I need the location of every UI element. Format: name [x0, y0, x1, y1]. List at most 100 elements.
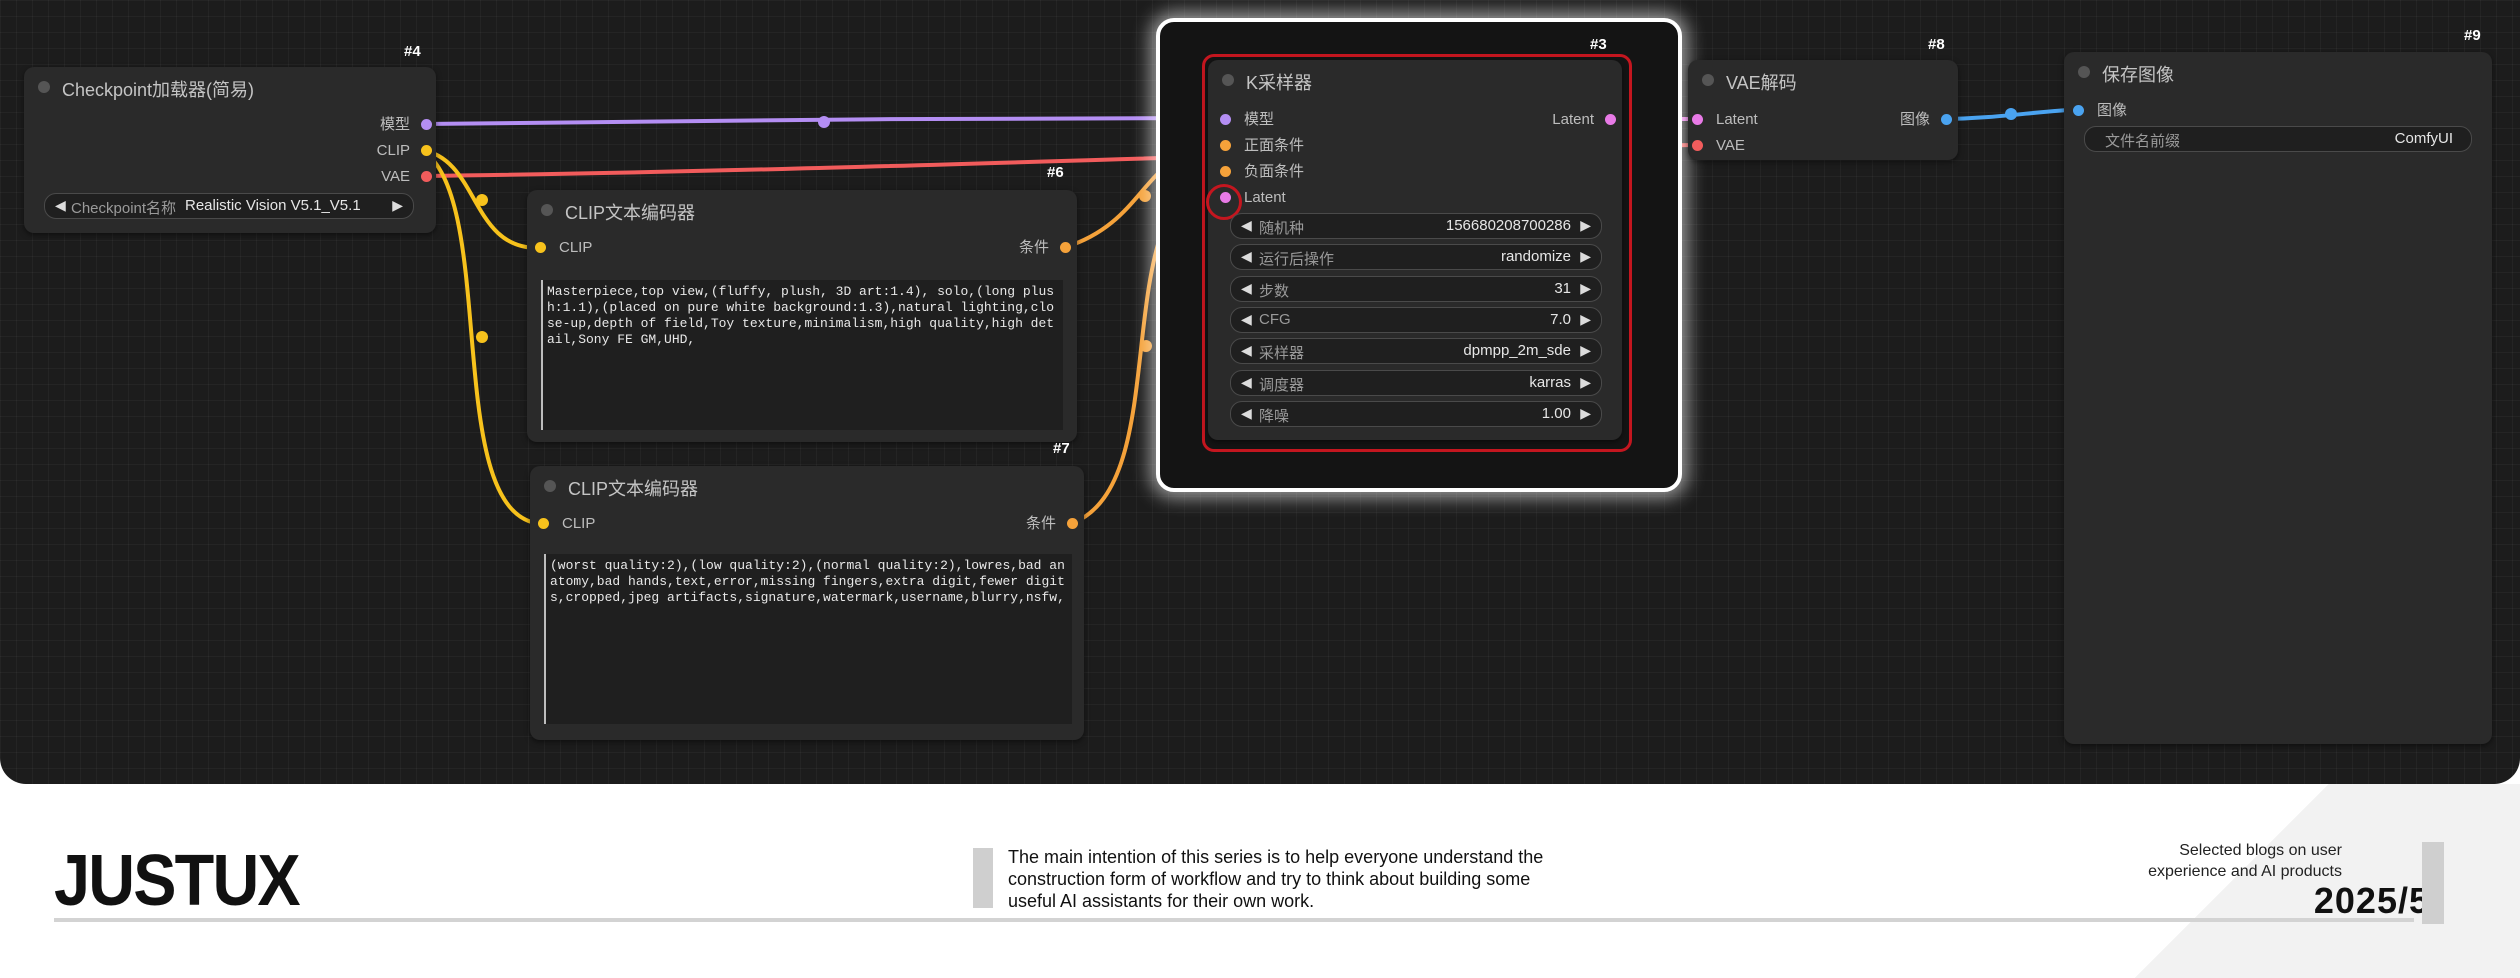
clip-text-encode-negative-node[interactable]: CLIP文本编码器 CLIP 条件 (worst quality:2),(low…	[530, 466, 1084, 740]
node-title: CLIP文本编码器	[568, 479, 699, 499]
slot-dot-icon[interactable]	[1067, 518, 1078, 529]
seed-widget[interactable]: ◀ 随机种 156680208700286 ▶	[1230, 213, 1602, 239]
collapse-dot-icon[interactable]	[1702, 74, 1714, 86]
vae-decode-node[interactable]: VAE解码 Latent 图像 VAE	[1688, 60, 1958, 160]
arrow-right-icon[interactable]: ▶	[1580, 311, 1591, 328]
prompt-text-positive[interactable]: Masterpiece,top view,(fluffy, plush, 3D …	[541, 280, 1063, 430]
collapse-dot-icon[interactable]	[1222, 74, 1234, 86]
arrow-left-icon[interactable]: ◀	[1241, 248, 1252, 265]
wire-clip-neg-midpoint[interactable]	[476, 331, 488, 343]
arrow-right-icon[interactable]: ▶	[1580, 342, 1591, 359]
node-id-checkpoint: #4	[404, 43, 421, 60]
filename-prefix-field[interactable]: 文件名前缀 ComfyUI	[2084, 126, 2472, 152]
arrow-left-icon[interactable]: ◀	[1241, 280, 1252, 297]
arrow-right-icon[interactable]: ▶	[392, 197, 403, 214]
input-model[interactable]: 模型	[1220, 111, 1274, 129]
save-image-node[interactable]: 保存图像 图像 文件名前缀 ComfyUI	[2064, 52, 2492, 744]
slot-dot-icon[interactable]	[538, 518, 549, 529]
arrow-left-icon[interactable]: ◀	[1241, 342, 1252, 359]
arrow-right-icon[interactable]: ▶	[1580, 280, 1591, 297]
slot-dot-icon[interactable]	[1605, 114, 1616, 125]
workflow-canvas[interactable]: #4 Checkpoint加载器(简易) 模型 CLIP VAE ◀ Check…	[0, 0, 2520, 784]
tagline-line-1: Selected blogs on user	[2179, 842, 2342, 859]
arrow-left-icon[interactable]: ◀	[1241, 311, 1252, 328]
arrow-left-icon[interactable]: ◀	[55, 197, 66, 214]
node-header[interactable]: CLIP文本编码器	[530, 466, 1084, 506]
input-clip[interactable]: CLIP	[538, 515, 595, 533]
ksampler-node[interactable]: K采样器 模型 Latent 正面条件 负面条件 Latent ◀ 随机种 1566…	[1206, 60, 1622, 440]
input-negative[interactable]: 负面条件	[1220, 163, 1304, 181]
input-positive[interactable]: 正面条件	[1220, 137, 1304, 155]
arrow-left-icon[interactable]: ◀	[1241, 374, 1252, 391]
input-clip[interactable]: CLIP	[535, 239, 592, 257]
collapse-dot-icon[interactable]	[544, 480, 556, 492]
slot-dot-icon[interactable]	[421, 145, 432, 156]
node-title: Checkpoint加载器(简易)	[62, 80, 255, 100]
slot-dot-icon[interactable]	[1220, 140, 1231, 151]
slot-dot-icon[interactable]	[1220, 114, 1231, 125]
divider	[54, 918, 2414, 922]
node-id-save-image: #9	[2464, 27, 2481, 44]
sampler-name-widget[interactable]: ◀ 采样器 dpmpp_2m_sde ▶	[1230, 338, 1602, 364]
node-title: VAE解码	[1726, 73, 1797, 93]
output-latent[interactable]: Latent	[1552, 111, 1616, 129]
node-id-ksampler: #3	[1590, 36, 1607, 53]
series-description: The main intention of this series is to …	[1008, 847, 1544, 911]
slot-dot-icon[interactable]	[2073, 105, 2084, 116]
arrow-right-icon[interactable]: ▶	[1580, 405, 1591, 422]
accent-bar-right	[2422, 842, 2444, 924]
node-header[interactable]: Checkpoint加载器(简易)	[24, 67, 436, 107]
steps-widget[interactable]: ◀ 步数 31 ▶	[1230, 276, 1602, 302]
output-conditioning[interactable]: 条件	[1019, 239, 1071, 257]
arrow-left-icon[interactable]: ◀	[1241, 405, 1252, 422]
output-conditioning[interactable]: 条件	[1026, 515, 1078, 533]
node-header[interactable]: 保存图像	[2064, 52, 2492, 92]
output-vae[interactable]: VAE	[381, 168, 432, 186]
input-vae[interactable]: VAE	[1692, 137, 1745, 155]
slot-dot-icon[interactable]	[1692, 140, 1703, 151]
slot-dot-icon[interactable]	[421, 119, 432, 130]
node-header[interactable]: CLIP文本编码器	[527, 190, 1077, 230]
prompt-text-negative[interactable]: (worst quality:2),(low quality:2),(norma…	[544, 554, 1072, 724]
node-title: CLIP文本编码器	[565, 203, 696, 223]
node-title: K采样器	[1246, 73, 1313, 93]
input-image[interactable]: 图像	[2073, 102, 2127, 120]
arrow-right-icon[interactable]: ▶	[1580, 374, 1591, 391]
arrow-right-icon[interactable]: ▶	[1580, 248, 1591, 265]
wire-clip-pos-midpoint[interactable]	[476, 194, 488, 206]
node-id-vae-decode: #8	[1928, 36, 1945, 53]
node-title: 保存图像	[2102, 65, 2174, 85]
scheduler-widget[interactable]: ◀ 调度器 karras ▶	[1230, 370, 1602, 396]
brand-logo: JUSTUX	[54, 841, 301, 921]
slot-dot-icon[interactable]	[421, 171, 432, 182]
output-clip[interactable]: CLIP	[377, 142, 432, 160]
cfg-widget[interactable]: ◀ CFG 7.0 ▶	[1230, 307, 1602, 333]
node-header[interactable]: K采样器	[1208, 60, 1622, 100]
checkpoint-loader-node[interactable]: Checkpoint加载器(简易) 模型 CLIP VAE ◀ Checkpoi…	[24, 67, 436, 233]
issue-date: 2025/5	[2313, 880, 2430, 921]
output-image[interactable]: 图像	[1900, 111, 1952, 129]
output-model[interactable]: 模型	[380, 116, 432, 134]
slot-dot-icon[interactable]	[1941, 114, 1952, 125]
collapse-dot-icon[interactable]	[2078, 66, 2090, 78]
denoise-widget[interactable]: ◀ 降噪 1.00 ▶	[1230, 401, 1602, 427]
collapse-dot-icon[interactable]	[541, 204, 553, 216]
node-header[interactable]: VAE解码	[1688, 60, 1958, 100]
wire-cond-neg-midpoint[interactable]	[1140, 340, 1152, 352]
wire-cond-pos-midpoint[interactable]	[1139, 190, 1151, 202]
wire-model-midpoint[interactable]	[818, 116, 830, 128]
input-latent[interactable]: Latent	[1692, 111, 1758, 129]
wire-image-midpoint[interactable]	[2005, 108, 2017, 120]
slot-dot-icon[interactable]	[535, 242, 546, 253]
arrow-right-icon[interactable]: ▶	[1580, 217, 1591, 234]
collapse-dot-icon[interactable]	[38, 81, 50, 93]
control-after-generate-widget[interactable]: ◀ 运行后操作 randomize ▶	[1230, 244, 1602, 270]
slot-dot-icon[interactable]	[1692, 114, 1703, 125]
slot-dot-icon[interactable]	[1060, 242, 1071, 253]
slot-dot-icon[interactable]	[1220, 166, 1231, 177]
node-id-clip-negative: #7	[1053, 440, 1070, 457]
checkpoint-name-combo[interactable]: ◀ Checkpoint名称 Realistic Vision V5.1_V5.…	[44, 193, 414, 219]
arrow-left-icon[interactable]: ◀	[1241, 217, 1252, 234]
clip-text-encode-positive-node[interactable]: CLIP文本编码器 CLIP 条件 Masterpiece,top view,(…	[527, 190, 1077, 442]
node-id-clip-positive: #6	[1047, 164, 1064, 181]
